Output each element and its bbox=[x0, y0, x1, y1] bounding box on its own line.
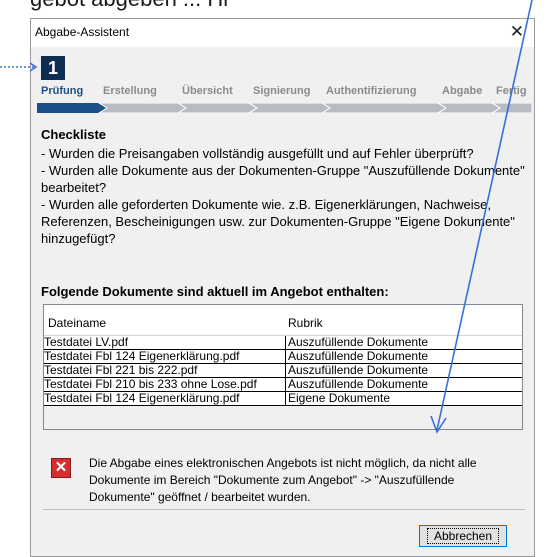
step-erstellung: Erstellung bbox=[103, 85, 157, 97]
step-segment bbox=[437, 103, 501, 113]
documents-table[interactable]: Dateiname Rubrik Testdatei LV.pdf Auszuf… bbox=[43, 304, 523, 430]
step-progress-bar bbox=[37, 103, 532, 113]
cell-filename: Testdatei Fbl 124 Eigenerklärung.pdf bbox=[44, 349, 240, 363]
step-segment bbox=[98, 103, 187, 113]
table-row[interactable]: Testdatei Fbl 124 Eigenerklärung.pdf Eig… bbox=[44, 392, 522, 406]
table-row[interactable]: Testdatei Fbl 221 bis 222.pdf Auszufülle… bbox=[44, 364, 522, 378]
cell-filename: Testdatei Fbl 210 bis 233 ohne Lose.pdf bbox=[44, 377, 257, 391]
cell-category: Auszufüllende Dokumente bbox=[285, 336, 428, 349]
cell-filename: Testdatei Fbl 221 bis 222.pdf bbox=[44, 363, 198, 377]
step-authentifizierung: Authentifizierung bbox=[326, 85, 417, 97]
error-x-icon: ✕ bbox=[51, 458, 71, 478]
step-segment bbox=[321, 103, 447, 113]
cell-category: Auszufüllende Dokumente bbox=[285, 378, 428, 391]
step-signierung: Signierung bbox=[253, 85, 311, 97]
error-message: Die Abgabe eines elektronischen Angebots… bbox=[89, 456, 477, 504]
current-step-number: 1 bbox=[41, 56, 65, 80]
step-pruefung: Prüfung bbox=[41, 85, 84, 97]
table-row[interactable]: Testdatei Fbl 210 bis 233 ohne Lose.pdf … bbox=[44, 378, 522, 392]
step-fertig: Fertig bbox=[496, 85, 527, 97]
table-header: Dateiname Rubrik bbox=[44, 305, 522, 336]
window-title: Abgabe-Assistent bbox=[35, 25, 130, 39]
step-segment-active bbox=[37, 103, 107, 113]
documents-heading: Folgende Dokumente sind aktuell im Angeb… bbox=[41, 284, 389, 299]
checklist-heading: Checkliste bbox=[41, 127, 107, 142]
wizard-content: Checkliste - Wurden die Preisangaben vol… bbox=[37, 123, 527, 547]
checklist-line: - Wurden alle geforderten Dokumente wie.… bbox=[41, 197, 515, 246]
title-bar: Abgabe-Assistent ✕ bbox=[31, 19, 534, 47]
step-uebersicht: Übersicht bbox=[182, 85, 233, 97]
wizard-dialog: Abgabe-Assistent ✕ 1 Prüfung Erstellung … bbox=[30, 18, 535, 557]
cell-category: Auszufüllende Dokumente bbox=[285, 364, 428, 377]
cell-category: Eigene Dokumente bbox=[285, 392, 390, 405]
cancel-button[interactable]: Abbrechen bbox=[419, 525, 507, 547]
step-segment bbox=[177, 103, 258, 113]
wizard-steps: Prüfung Erstellung Übersicht Signierung … bbox=[37, 85, 532, 101]
table-row[interactable]: Testdatei LV.pdf Auszufüllende Dokumente bbox=[44, 336, 522, 350]
close-icon[interactable]: ✕ bbox=[510, 22, 524, 42]
step-segment bbox=[248, 103, 331, 113]
table-row[interactable]: Testdatei Fbl 124 Eigenerklärung.pdf Aus… bbox=[44, 350, 522, 364]
cancel-button-label: Abbrechen bbox=[426, 528, 500, 544]
column-header-rubrik[interactable]: Rubrik bbox=[288, 316, 323, 330]
dotted-arrow-icon bbox=[0, 62, 38, 72]
background-caption: gebot abgeben ... Hi bbox=[30, 0, 228, 12]
step-abgabe: Abgabe bbox=[442, 85, 483, 97]
checklist-line: - Wurden alle Dokumente aus der Dokument… bbox=[41, 163, 525, 195]
cell-category: Auszufüllende Dokumente bbox=[285, 350, 428, 363]
footer-divider bbox=[43, 509, 525, 510]
cell-filename: Testdatei Fbl 124 Eigenerklärung.pdf bbox=[44, 391, 240, 405]
checklist-line: - Wurden die Preisangaben vollständig au… bbox=[41, 146, 474, 161]
column-header-dateiname[interactable]: Dateiname bbox=[48, 316, 106, 330]
cell-filename: Testdatei LV.pdf bbox=[44, 335, 129, 349]
checklist-text: - Wurden die Preisangaben vollständig au… bbox=[41, 145, 527, 247]
